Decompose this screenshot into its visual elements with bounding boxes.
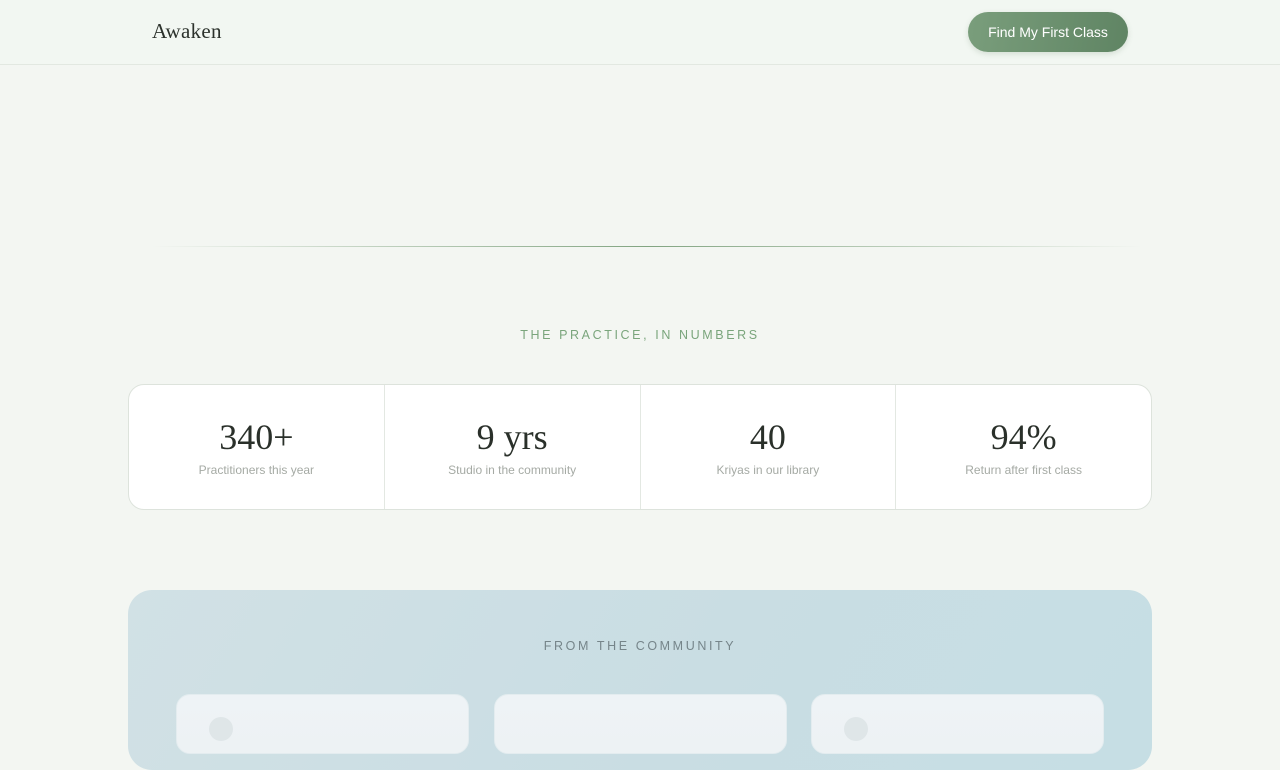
stat-value: 9 yrs: [476, 417, 548, 457]
stat-label: Practitioners this year: [198, 463, 315, 477]
numbers-eyebrow: THE PRACTICE, IN NUMBERS: [520, 328, 760, 342]
find-first-class-button[interactable]: Find My First Class: [968, 12, 1128, 52]
stat-value: 340+: [219, 417, 294, 457]
testimonial-card: [811, 694, 1104, 754]
testimonial-card: [494, 694, 787, 754]
stat-label: Return after first class: [965, 463, 1082, 477]
stat-return-rate: 94% Return after first class: [896, 385, 1151, 509]
stat-value: 40: [749, 417, 786, 457]
stat-kriyas: 40 Kriyas in our library: [641, 385, 897, 509]
stat-years: 9 yrs Studio in the community: [385, 385, 641, 509]
avatar: [209, 717, 233, 741]
stat-label: Kriyas in our library: [716, 463, 820, 477]
section-divider: [152, 246, 1142, 247]
stat-value: 94%: [990, 417, 1057, 457]
stat-label: Studio in the community: [448, 463, 577, 477]
top-nav: Awaken Find My First Class: [0, 0, 1280, 65]
community-eyebrow: FROM THE COMMUNITY: [543, 639, 737, 653]
testimonial-card: [176, 694, 469, 754]
stats-panel: 340+ Practitioners this year 9 yrs Studi…: [128, 384, 1152, 510]
avatar: [844, 717, 868, 741]
stat-practitioners: 340+ Practitioners this year: [129, 385, 385, 509]
brand-logo[interactable]: Awaken: [152, 19, 222, 44]
